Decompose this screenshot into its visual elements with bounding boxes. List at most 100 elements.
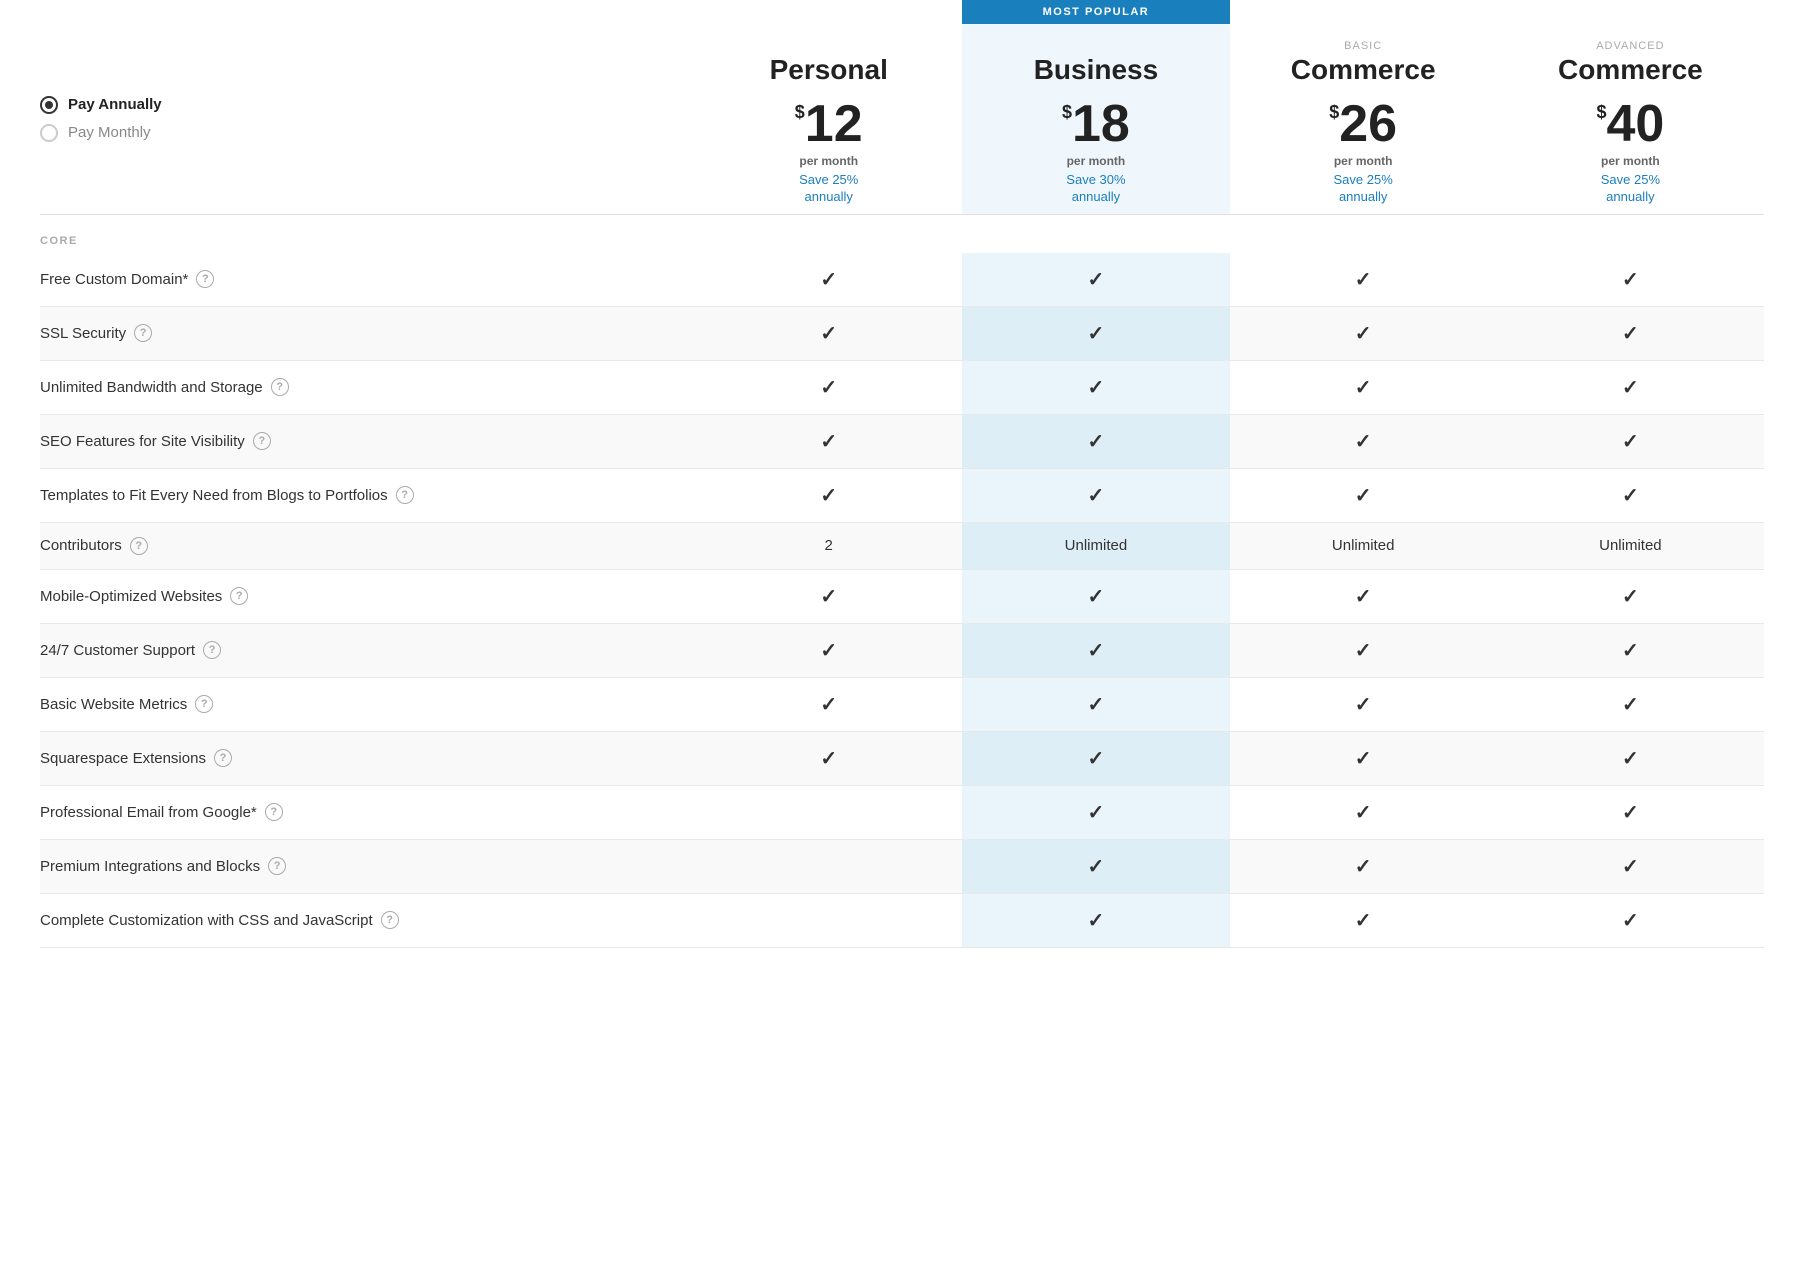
business-price: 18	[1072, 98, 1130, 150]
feature-value-plan-0: ✓	[695, 623, 962, 677]
feature-value-plan-3: ✓	[1497, 306, 1764, 360]
monthly-radio[interactable]	[40, 124, 58, 142]
help-icon[interactable]: ?	[230, 587, 248, 605]
basic-commerce-price: 26	[1339, 98, 1397, 150]
feature-name-cell: 24/7 Customer Support?	[40, 623, 695, 677]
table-row: Contributors?2 Unlimited Unlimited Unlimite…	[40, 522, 1764, 569]
advanced-commerce-banner-cell	[1497, 0, 1764, 24]
business-sub-label	[986, 40, 1205, 52]
checkmark-icon: ✓	[820, 323, 837, 345]
personal-main-label: Personal	[719, 54, 938, 86]
checkmark-icon: ✓	[1355, 910, 1372, 932]
help-icon[interactable]: ?	[253, 432, 271, 450]
feature-value-plan-0: ✓	[695, 468, 962, 522]
checkmark-icon: ✓	[1088, 910, 1105, 932]
feature-name-cell: Templates to Fit Every Need from Blogs t…	[40, 468, 695, 522]
checkmark-icon: ✓	[820, 431, 837, 453]
feature-value-plan-0: ✓	[695, 677, 962, 731]
checkmark-icon: ✓	[1088, 802, 1105, 824]
feature-value-text: Unlimited	[1065, 537, 1128, 554]
help-icon[interactable]: ?	[396, 486, 414, 504]
checkmark-icon: ✓	[1088, 377, 1105, 399]
help-icon[interactable]: ?	[130, 537, 148, 555]
checkmark-icon: ✓	[1088, 485, 1105, 507]
table-row: Premium Integrations and Blocks?✓✓✓	[40, 839, 1764, 893]
checkmark-icon: ✓	[1088, 640, 1105, 662]
feature-value-plan-1: ✓	[962, 360, 1229, 414]
feature-value-plan-3: ✓	[1497, 360, 1764, 414]
business-banner-cell: MOST POPULAR	[962, 0, 1229, 24]
checkmark-icon: ✓	[1355, 485, 1372, 507]
help-icon[interactable]: ?	[134, 324, 152, 342]
basic-commerce-plan-header: BASIC Commerce $ 26 per month Save 25%an…	[1230, 24, 1497, 214]
feature-value-plan-3: ✓	[1497, 414, 1764, 468]
checkmark-icon: ✓	[820, 748, 837, 770]
help-icon[interactable]: ?	[203, 641, 221, 659]
feature-value-plan-2: ✓	[1230, 677, 1497, 731]
feature-value-plan-2: ✓	[1230, 785, 1497, 839]
basic-commerce-sub-label: BASIC	[1254, 40, 1473, 52]
personal-dollar: $	[795, 102, 805, 123]
feature-value-text: Unlimited	[1599, 537, 1662, 554]
feature-name-cell: Contributors?	[40, 522, 695, 569]
help-icon[interactable]: ?	[265, 803, 283, 821]
checkmark-icon: ✓	[1088, 269, 1105, 291]
feature-value-plan-0: 2	[695, 522, 962, 569]
feature-name-cell: Free Custom Domain*?	[40, 253, 695, 307]
checkmark-icon: ✓	[820, 586, 837, 608]
checkmark-icon: ✓	[1355, 640, 1372, 662]
annually-radio[interactable]	[40, 96, 58, 114]
checkmark-icon: ✓	[1622, 694, 1639, 716]
help-icon[interactable]: ?	[268, 857, 286, 875]
table-row: SSL Security? ✓ ✓ ✓ ✓	[40, 306, 1764, 360]
feature-name-cell: Unlimited Bandwidth and Storage?	[40, 360, 695, 414]
feature-value-plan-2: ✓	[1230, 839, 1497, 893]
checkmark-icon: ✓	[1088, 323, 1105, 345]
feature-value-plan-2: ✓	[1230, 893, 1497, 947]
advanced-commerce-price-row: $ 40	[1521, 98, 1740, 150]
feature-value-plan-3: Unlimited	[1497, 522, 1764, 569]
advanced-commerce-period: per month	[1521, 154, 1740, 168]
personal-save: Save 25%annually	[719, 172, 938, 206]
table-row: Mobile-Optimized Websites?✓✓✓✓	[40, 569, 1764, 623]
checkmark-icon: ✓	[1355, 748, 1372, 770]
pricing-table: MOST POPULAR Pay Annually Pay Month	[40, 0, 1764, 948]
billing-toggle[interactable]: Pay Annually Pay Monthly	[40, 76, 695, 162]
table-row: Basic Website Metrics? ✓ ✓ ✓ ✓	[40, 677, 1764, 731]
help-icon[interactable]: ?	[214, 749, 232, 767]
checkmark-icon: ✓	[1088, 694, 1105, 716]
help-icon[interactable]: ?	[271, 378, 289, 396]
advanced-commerce-main-label: Commerce	[1521, 54, 1740, 86]
most-popular-banner: MOST POPULAR	[962, 0, 1229, 24]
feature-value-plan-0: ✓	[695, 306, 962, 360]
table-row: Squarespace Extensions?✓✓✓✓	[40, 731, 1764, 785]
checkmark-icon: ✓	[1622, 802, 1639, 824]
feature-value-plan-3: ✓	[1497, 569, 1764, 623]
checkmark-icon: ✓	[1622, 485, 1639, 507]
checkmark-icon: ✓	[1622, 586, 1639, 608]
feature-value-text: Unlimited	[1332, 537, 1395, 554]
help-icon[interactable]: ?	[195, 695, 213, 713]
pay-annually-option[interactable]: Pay Annually	[40, 96, 695, 114]
advanced-commerce-sub-label: ADVANCED	[1521, 40, 1740, 52]
feature-label: Basic Website Metrics	[40, 696, 187, 713]
feature-value-plan-0	[695, 839, 962, 893]
checkmark-icon: ✓	[1088, 748, 1105, 770]
pay-annually-label: Pay Annually	[68, 96, 162, 113]
business-dollar: $	[1062, 102, 1072, 123]
checkmark-icon: ✓	[1622, 323, 1639, 345]
help-icon[interactable]: ?	[196, 270, 214, 288]
feature-label: SSL Security	[40, 325, 126, 342]
feature-name-cell: Complete Customization with CSS and Java…	[40, 893, 695, 947]
advanced-commerce-plan-header: ADVANCED Commerce $ 40 per month Save 25…	[1497, 24, 1764, 214]
help-icon[interactable]: ?	[381, 911, 399, 929]
feature-value-plan-0	[695, 893, 962, 947]
table-row: Free Custom Domain*?✓✓✓✓	[40, 253, 1764, 307]
basic-commerce-main-label: Commerce	[1254, 54, 1473, 86]
checkmark-icon: ✓	[1355, 323, 1372, 345]
feature-value-plan-1: ✓	[962, 569, 1229, 623]
feature-value-plan-0	[695, 785, 962, 839]
table-row: Professional Email from Google*?✓✓✓	[40, 785, 1764, 839]
pay-monthly-option[interactable]: Pay Monthly	[40, 124, 695, 142]
feature-name-cell: Mobile-Optimized Websites?	[40, 569, 695, 623]
